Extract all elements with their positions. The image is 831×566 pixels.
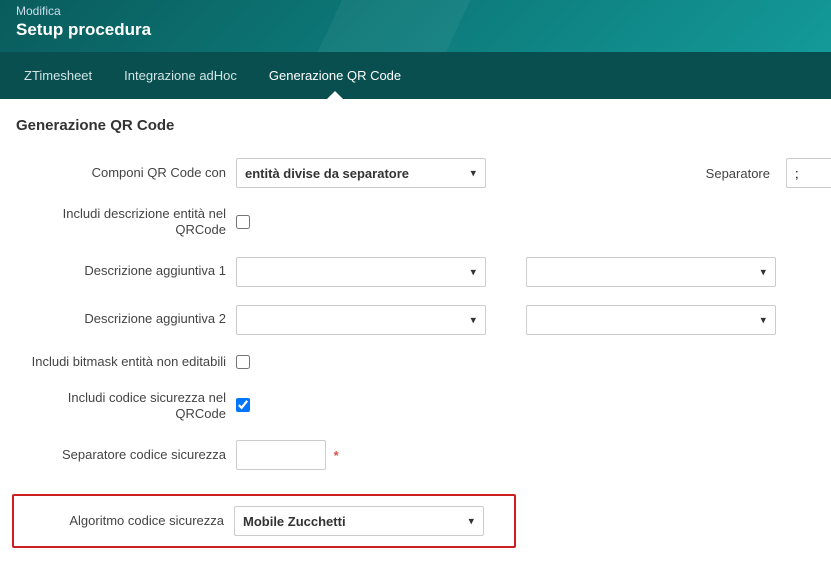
desc2a-select[interactable] <box>236 305 486 335</box>
tabs-bar: ZTimesheet Integrazione adHoc Generazion… <box>0 52 831 99</box>
algo-select-wrap: Mobile Zucchetti <box>234 506 484 536</box>
section-title: Generazione QR Code <box>16 117 815 134</box>
header-pretitle: Modifica <box>16 4 815 18</box>
sec-sep-input[interactable] <box>236 440 326 470</box>
sec-sep-required-icon: * <box>334 448 339 463</box>
separator-group: * <box>786 158 831 188</box>
tab-integrazione-adhoc[interactable]: Integrazione adHoc <box>108 52 253 99</box>
desc2b-select-wrap <box>526 305 776 335</box>
algo-select[interactable]: Mobile Zucchetti <box>234 506 484 536</box>
desc1a-select-wrap <box>236 257 486 287</box>
page-header: Modifica Setup procedura <box>0 0 831 52</box>
include-desc-cell <box>236 213 486 232</box>
desc2a-select-wrap <box>236 305 486 335</box>
desc2-label: Descrizione aggiuntiva 2 <box>16 311 226 327</box>
tab-ztimesheet[interactable]: ZTimesheet <box>8 52 108 99</box>
desc1b-select-wrap <box>526 257 776 287</box>
compose-select[interactable]: entità divise da separatore <box>236 158 486 188</box>
header-title: Setup procedura <box>16 20 815 40</box>
desc1b-select[interactable] <box>526 257 776 287</box>
desc2b-select[interactable] <box>526 305 776 335</box>
sec-sep-label: Separatore codice sicurezza <box>16 447 226 463</box>
desc1-label: Descrizione aggiuntiva 1 <box>16 263 226 279</box>
include-sec-checkbox[interactable] <box>236 398 250 412</box>
content-area: Generazione QR Code Componi QR Code con … <box>0 99 831 566</box>
compose-select-wrap: entità divise da separatore <box>236 158 486 188</box>
algorithm-highlight-row: Algoritmo codice sicurezza Mobile Zucche… <box>12 494 516 548</box>
include-bitmask-cell <box>236 353 486 372</box>
include-bitmask-checkbox[interactable] <box>236 355 250 369</box>
separator-input[interactable] <box>786 158 831 188</box>
include-sec-label: Includi codice sicurezza nel QRCode <box>16 390 226 423</box>
include-sec-cell <box>236 396 486 415</box>
include-bitmask-label: Includi bitmask entità non editabili <box>16 354 226 370</box>
include-desc-label: Includi descrizione entità nel QRCode <box>16 206 226 239</box>
tab-generazione-qr-code[interactable]: Generazione QR Code <box>253 52 417 99</box>
form-grid: Componi QR Code con entità divise da sep… <box>16 158 815 548</box>
include-desc-checkbox[interactable] <box>236 215 250 229</box>
desc1a-select[interactable] <box>236 257 486 287</box>
separator-label: Separatore <box>526 166 776 181</box>
compose-label: Componi QR Code con <box>16 165 226 181</box>
sec-sep-cell: * <box>236 440 486 470</box>
algo-label: Algoritmo codice sicurezza <box>14 513 224 529</box>
